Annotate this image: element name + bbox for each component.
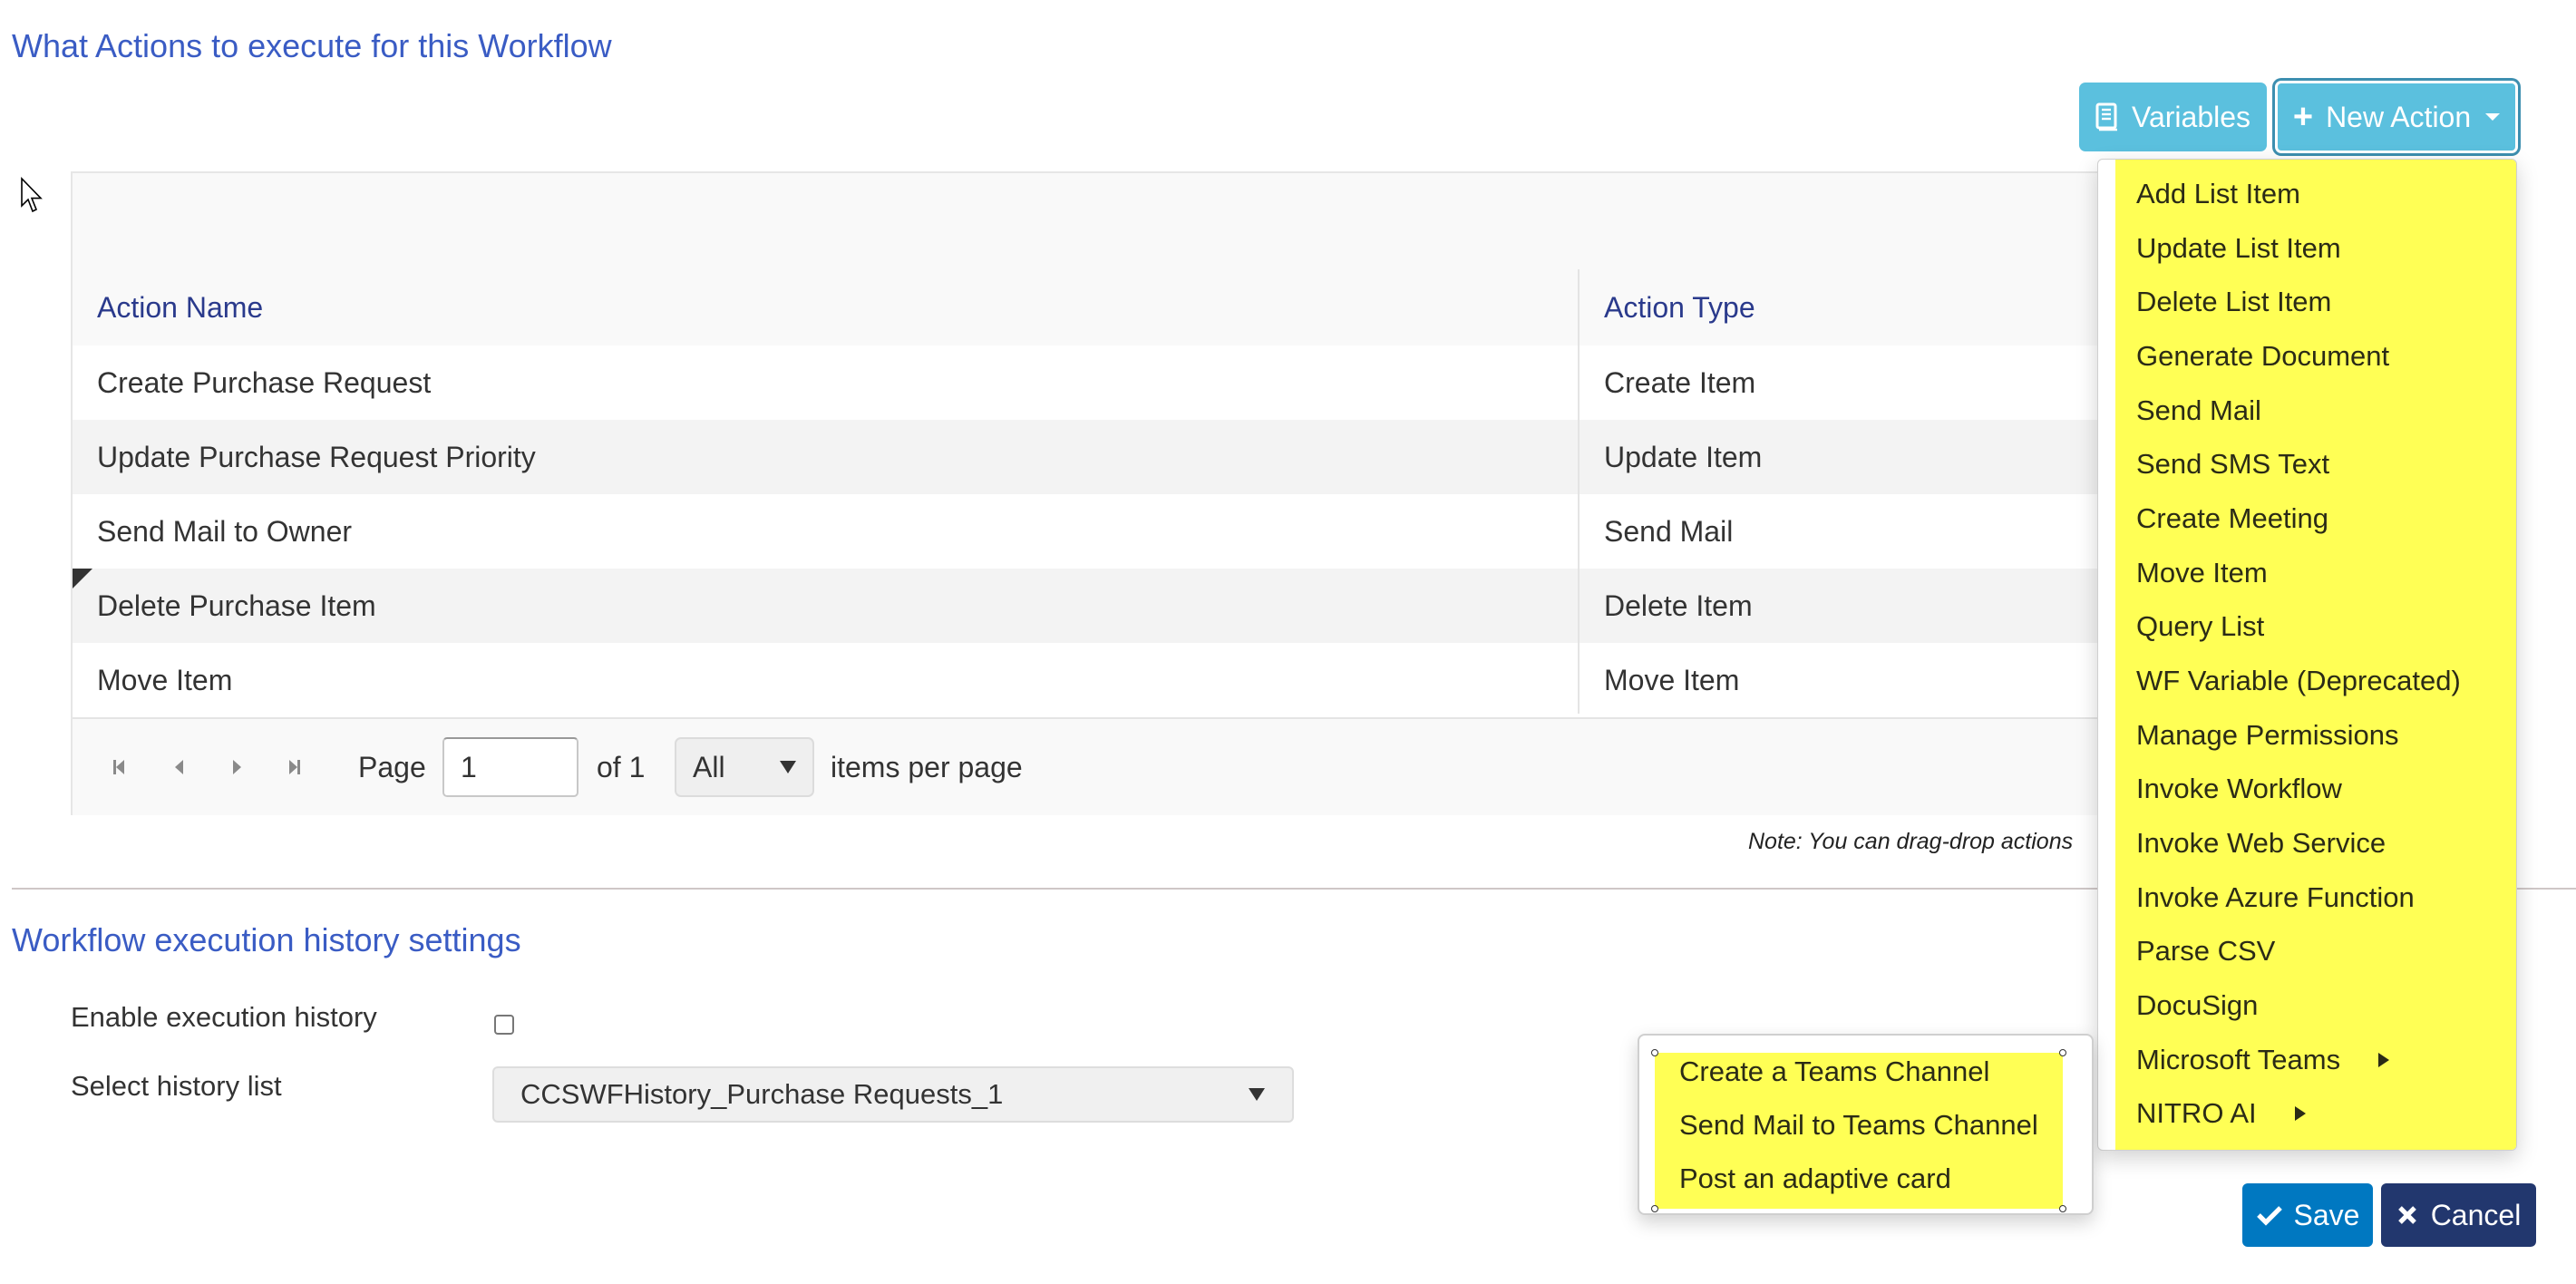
plus-icon: + (2292, 97, 2314, 136)
menu-item-manage-permissions[interactable]: Manage Permissions (2115, 708, 2516, 763)
table-row[interactable]: Send Mail to Owner Send Mail (73, 494, 2100, 569)
items-per-page-value: All (693, 750, 725, 783)
dropdown-arrow-icon (780, 761, 796, 773)
actions-grid: Action Name Action Type Create Purchase … (71, 171, 2102, 815)
menu-item-wf-variable[interactable]: WF Variable (Deprecated) (2115, 654, 2516, 708)
table-row[interactable]: Delete Purchase Item Delete Item (73, 569, 2100, 643)
action-name-cell: Create Purchase Request (97, 365, 432, 399)
items-per-page-label: items per page (831, 750, 1023, 783)
menu-item-update-list-item[interactable]: Update List Item (2115, 221, 2516, 276)
drag-drop-note: Note: You can drag-drop actions (1748, 829, 2074, 854)
menu-item-microsoft-teams[interactable]: Microsoft Teams (2115, 1033, 2516, 1087)
table-row[interactable]: Move Item Move Item (73, 643, 2100, 717)
grid-toolbar (73, 173, 2100, 271)
new-action-button[interactable]: + New Action (2275, 81, 2518, 153)
action-name-cell: Send Mail to Owner (97, 514, 353, 548)
menu-item-send-mail[interactable]: Send Mail (2115, 384, 2516, 438)
column-divider (1578, 269, 1580, 714)
variables-button[interactable]: Variables (2079, 83, 2267, 151)
menu-item-query-list[interactable]: Query List (2115, 599, 2516, 654)
cancel-button[interactable]: Cancel (2381, 1183, 2536, 1247)
table-row[interactable]: Update Purchase Request Priority Update … (73, 420, 2100, 494)
page-label: Page (358, 750, 426, 783)
cancel-button-label: Cancel (2430, 1198, 2522, 1231)
menu-item-create-meeting[interactable]: Create Meeting (2115, 491, 2516, 546)
checkmark-icon (2256, 1206, 2282, 1226)
menu-item-delete-list-item[interactable]: Delete List Item (2115, 275, 2516, 329)
menu-item-generate-document[interactable]: Generate Document (2115, 329, 2516, 384)
new-action-menu: Add List Item Update List Item Delete Li… (2097, 159, 2517, 1151)
menu-item-add-list-item[interactable]: Add List Item (2115, 167, 2516, 221)
menu-item-nitro-ai-label: NITRO AI (2136, 1097, 2257, 1129)
table-row[interactable]: Create Purchase Request Create Item (73, 345, 2100, 420)
submenu-highlight-region: Create a Teams Channel Send Mail to Team… (1655, 1053, 2063, 1209)
resize-handle-icon[interactable] (2059, 1205, 2066, 1212)
caret-down-icon (2485, 113, 2501, 121)
history-list-select[interactable]: CCSWFHistory_Purchase Requests_1 (492, 1066, 1294, 1123)
menu-item-send-sms-text[interactable]: Send SMS Text (2115, 437, 2516, 491)
menu-item-invoke-workflow[interactable]: Invoke Workflow (2115, 762, 2516, 816)
resize-handle-icon[interactable] (2059, 1049, 2066, 1056)
column-header-action-name[interactable]: Action Name (73, 269, 1578, 345)
new-action-button-label: New Action (2326, 100, 2472, 133)
submenu-arrow-icon (2294, 1106, 2306, 1121)
submenu-item-send-mail-teams-channel[interactable]: Send Mail to Teams Channel (1655, 1099, 2063, 1152)
submenu-arrow-icon (2378, 1053, 2390, 1067)
save-button[interactable]: Save (2242, 1183, 2373, 1247)
teams-submenu: Create a Teams Channel Send Mail to Team… (1638, 1034, 2094, 1215)
resize-handle-icon[interactable] (1651, 1049, 1658, 1056)
action-type-cell: Update Item (1604, 440, 1763, 473)
menu-highlight-region: Add List Item Update List Item Delete Li… (2115, 160, 2516, 1150)
grid-pager: Page of 1 All items per page (73, 717, 2100, 815)
action-type-cell: Create Item (1604, 365, 1756, 399)
first-page-icon[interactable] (109, 757, 129, 777)
save-button-label: Save (2293, 1198, 2360, 1231)
action-type-cell: Send Mail (1604, 514, 1734, 548)
variables-button-label: Variables (2131, 100, 2251, 133)
history-list-value: CCSWFHistory_Purchase Requests_1 (520, 1078, 1004, 1110)
menu-item-docusign[interactable]: DocuSign (2115, 978, 2516, 1033)
enable-history-checkbox[interactable] (494, 1015, 514, 1035)
enable-history-label: Enable execution history (71, 1001, 377, 1033)
action-type-cell: Move Item (1604, 663, 1740, 696)
dropdown-arrow-icon (1249, 1088, 1265, 1101)
next-page-icon[interactable] (227, 757, 247, 777)
page-count-label: of 1 (597, 750, 646, 783)
previous-page-icon[interactable] (169, 757, 189, 777)
mouse-cursor-icon (21, 177, 43, 213)
last-page-icon[interactable] (285, 757, 305, 777)
page-number-input[interactable] (442, 737, 578, 797)
action-name-cell: Update Purchase Request Priority (97, 440, 536, 473)
menu-item-parse-csv[interactable]: Parse CSV (2115, 924, 2516, 978)
menu-item-microsoft-teams-label: Microsoft Teams (2136, 1044, 2341, 1075)
submenu-item-create-teams-channel[interactable]: Create a Teams Channel (1655, 1046, 2063, 1098)
menu-item-invoke-azure-function[interactable]: Invoke Azure Function (2115, 871, 2516, 925)
submenu-item-post-adaptive-card[interactable]: Post an adaptive card (1655, 1153, 2063, 1205)
action-type-cell: Delete Item (1604, 588, 1753, 622)
grid-header: Action Name Action Type (73, 269, 2100, 347)
history-section-title: Workflow execution history settings (12, 921, 521, 958)
menu-item-move-item[interactable]: Move Item (2115, 546, 2516, 600)
column-header-action-type[interactable]: Action Type (1580, 269, 2087, 345)
action-name-cell: Move Item (97, 663, 233, 696)
actions-section-title: What Actions to execute for this Workflo… (12, 27, 612, 64)
history-list-label: Select history list (71, 1070, 282, 1102)
resize-handle-icon[interactable] (1651, 1205, 1658, 1212)
action-name-cell: Delete Purchase Item (97, 588, 376, 622)
items-per-page-select[interactable]: All (675, 737, 814, 797)
book-icon (2095, 102, 2117, 131)
menu-item-nitro-ai[interactable]: NITRO AI (2115, 1086, 2516, 1141)
menu-item-invoke-web-service[interactable]: Invoke Web Service (2115, 816, 2516, 871)
close-icon (2397, 1206, 2416, 1224)
